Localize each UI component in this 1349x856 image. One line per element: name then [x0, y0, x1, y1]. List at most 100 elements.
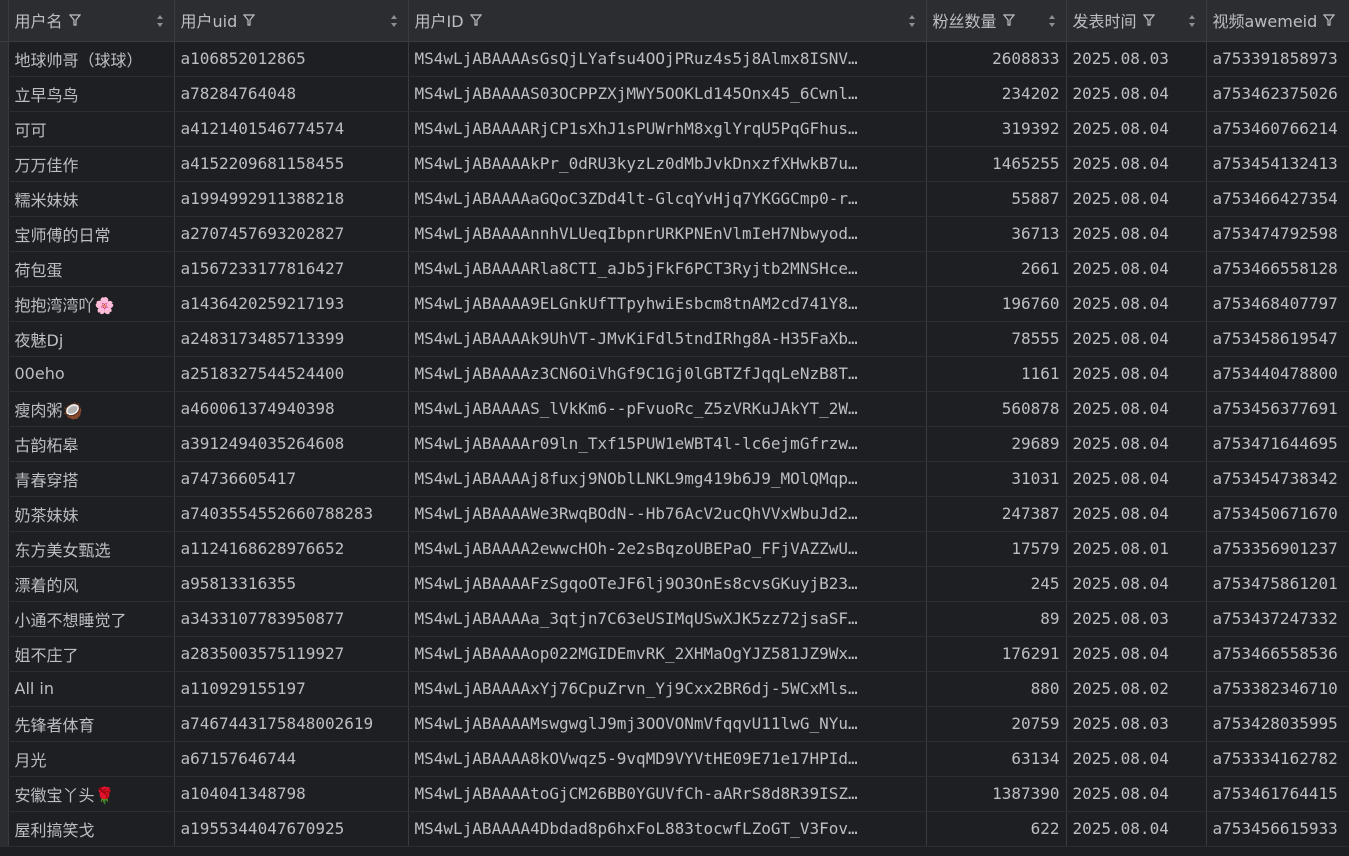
cell-video-awemeid[interactable]: a753466558128: [1206, 251, 1349, 287]
cell-user-uid[interactable]: a67157646744: [174, 741, 409, 777]
filter-icon[interactable]: [243, 14, 256, 26]
cell-username[interactable]: 安徽宝丫头🌹: [8, 776, 175, 812]
cell-video-awemeid[interactable]: a753391858973: [1206, 41, 1349, 77]
cell-video-awemeid[interactable]: a753461764415: [1206, 776, 1349, 812]
cell-username[interactable]: 漂着的风: [8, 566, 175, 602]
cell-video-awemeid[interactable]: a753475861201: [1206, 566, 1349, 602]
table-row[interactable]: 月光 a67157646744 MS4wLjABAAAA8kOVwqz5-9vqMD…: [0, 741, 1349, 777]
row-selector[interactable]: [0, 461, 9, 497]
column-header-user-id[interactable]: 用户ID: [408, 0, 927, 42]
cell-publish-time[interactable]: 2025.08.01: [1066, 531, 1207, 567]
table-row[interactable]: 青春穿搭 a74736605417 MS4wLjABAAAAj8fuxj9NOblL…: [0, 461, 1349, 497]
sort-icon[interactable]: [1048, 14, 1056, 28]
row-selector[interactable]: [0, 426, 9, 462]
cell-video-awemeid[interactable]: a753456615933: [1206, 811, 1349, 847]
row-selector[interactable]: [0, 671, 9, 707]
table-row[interactable]: 奶茶妹妹 a7403554552660788283 MS4wLjABAAAAWe3R…: [0, 496, 1349, 532]
cell-video-awemeid[interactable]: a753454738342: [1206, 461, 1349, 497]
row-selector[interactable]: [0, 741, 9, 777]
cell-user-id[interactable]: MS4wLjABAAAAMswgwglJ9mj3OOVONmVfqqvU11lw…: [408, 706, 927, 742]
column-header-publish-time[interactable]: 发表时间: [1066, 0, 1207, 42]
column-header-username[interactable]: 用户名: [8, 0, 175, 42]
filter-icon[interactable]: [1002, 14, 1015, 26]
cell-video-awemeid[interactable]: a753456377691: [1206, 391, 1349, 427]
cell-user-uid[interactable]: a7403554552660788283: [174, 496, 409, 532]
table-row[interactable]: 先锋者体育 a7467443175848002619 MS4wLjABAAAAMsw…: [0, 706, 1349, 742]
cell-follower-count[interactable]: 234202: [926, 76, 1067, 112]
table-row[interactable]: 漂着的风 a95813316355 MS4wLjABAAAAFzSgqoOTeJF6…: [0, 566, 1349, 602]
cell-publish-time[interactable]: 2025.08.04: [1066, 76, 1207, 112]
cell-follower-count[interactable]: 880: [926, 671, 1067, 707]
cell-publish-time[interactable]: 2025.08.04: [1066, 811, 1207, 847]
cell-user-uid[interactable]: a460061374940398: [174, 391, 409, 427]
cell-username[interactable]: 奶茶妹妹: [8, 496, 175, 532]
cell-publish-time[interactable]: 2025.08.04: [1066, 566, 1207, 602]
cell-user-uid[interactable]: a1994992911388218: [174, 181, 409, 217]
column-header-user-uid[interactable]: 用户uid: [174, 0, 409, 42]
cell-user-id[interactable]: MS4wLjABAAAAWe3RwqBOdN--Hb76AcV2ucQhVVxW…: [408, 496, 927, 532]
cell-user-uid[interactable]: a1567233177816427: [174, 251, 409, 287]
filter-icon[interactable]: [1323, 14, 1336, 26]
cell-username[interactable]: 姐不庄了: [8, 636, 175, 672]
row-selector[interactable]: [0, 111, 9, 147]
cell-user-id[interactable]: MS4wLjABAAAA8kOVwqz5-9vqMD9VYVtHE09E71e1…: [408, 741, 927, 777]
cell-video-awemeid[interactable]: a753458619547: [1206, 321, 1349, 357]
cell-video-awemeid[interactable]: a753454132413: [1206, 146, 1349, 182]
table-row[interactable]: 瘦肉粥🥥 a460061374940398 MS4wLjABAAAAS_lVkKm6…: [0, 391, 1349, 427]
cell-user-id[interactable]: MS4wLjABAAAARjCP1sXhJ1sPUWrhM8xglYrqU5Pq…: [408, 111, 927, 147]
cell-user-uid[interactable]: a7467443175848002619: [174, 706, 409, 742]
table-row[interactable]: 小通不想睡觉了 a3433107783950877 MS4wLjABAAAAa_3q…: [0, 601, 1349, 637]
cell-user-id[interactable]: MS4wLjABAAAAz3CN6OiVhGf9C1Gj0lGBTZfJqqLe…: [408, 356, 927, 392]
cell-video-awemeid[interactable]: a753428035995: [1206, 706, 1349, 742]
row-selector[interactable]: [0, 601, 9, 637]
cell-follower-count[interactable]: 20759: [926, 706, 1067, 742]
table-row[interactable]: 姐不庄了 a2835003575119927 MS4wLjABAAAAop022MG…: [0, 636, 1349, 672]
cell-user-id[interactable]: MS4wLjABAAAAFzSgqoOTeJF6lj9O3OnEs8cvsGKu…: [408, 566, 927, 602]
cell-username[interactable]: 可可: [8, 111, 175, 147]
row-selector[interactable]: [0, 146, 9, 182]
cell-user-uid[interactable]: a110929155197: [174, 671, 409, 707]
cell-username[interactable]: 地球帅哥（球球）: [8, 41, 175, 77]
cell-publish-time[interactable]: 2025.08.04: [1066, 181, 1207, 217]
cell-follower-count[interactable]: 29689: [926, 426, 1067, 462]
cell-publish-time[interactable]: 2025.08.03: [1066, 601, 1207, 637]
cell-user-uid[interactable]: a95813316355: [174, 566, 409, 602]
cell-follower-count[interactable]: 2608833: [926, 41, 1067, 77]
cell-video-awemeid[interactable]: a753462375026: [1206, 76, 1349, 112]
table-row[interactable]: 安徽宝丫头🌹 a104041348798 MS4wLjABAAAAtoGjCM26B…: [0, 776, 1349, 812]
cell-user-id[interactable]: MS4wLjABAAAAtoGjCM26BB0YGUVfCh-aARrS8d8R…: [408, 776, 927, 812]
cell-user-uid[interactable]: a2518327544524400: [174, 356, 409, 392]
column-header-follower-count[interactable]: 粉丝数量: [926, 0, 1067, 42]
column-header-video-awemeid[interactable]: 视频awemeid: [1206, 0, 1349, 42]
sort-icon[interactable]: [390, 14, 398, 28]
cell-user-id[interactable]: MS4wLjABAAAA4Dbdad8p6hxFoL883tocwfLZoGT_…: [408, 811, 927, 847]
cell-user-id[interactable]: MS4wLjABAAAAop022MGIDEmvRK_2XHMaOgYJZ581…: [408, 636, 927, 672]
cell-publish-time[interactable]: 2025.08.02: [1066, 671, 1207, 707]
row-selector[interactable]: [0, 321, 9, 357]
cell-user-uid[interactable]: a104041348798: [174, 776, 409, 812]
cell-video-awemeid[interactable]: a753356901237: [1206, 531, 1349, 567]
cell-publish-time[interactable]: 2025.08.04: [1066, 426, 1207, 462]
cell-user-id[interactable]: MS4wLjABAAAAnnhVLUeqIbpnrURKPNEnVlmIeH7N…: [408, 216, 927, 252]
cell-user-uid[interactable]: a78284764048: [174, 76, 409, 112]
cell-video-awemeid[interactable]: a753471644695: [1206, 426, 1349, 462]
table-row[interactable]: 万万佳作 a4152209681158455 MS4wLjABAAAAkPr_0dR…: [0, 146, 1349, 182]
cell-video-awemeid[interactable]: a753334162782: [1206, 741, 1349, 777]
cell-video-awemeid[interactable]: a753466427354: [1206, 181, 1349, 217]
row-selector[interactable]: [0, 776, 9, 812]
cell-user-uid[interactable]: a4152209681158455: [174, 146, 409, 182]
cell-user-id[interactable]: MS4wLjABAAAAj8fuxj9NOblLNKL9mg419b6J9_MO…: [408, 461, 927, 497]
cell-publish-time[interactable]: 2025.08.04: [1066, 216, 1207, 252]
row-selector[interactable]: [0, 531, 9, 567]
cell-publish-time[interactable]: 2025.08.04: [1066, 251, 1207, 287]
filter-icon[interactable]: [1142, 14, 1155, 26]
cell-follower-count[interactable]: 55887: [926, 181, 1067, 217]
row-selector[interactable]: [0, 251, 9, 287]
cell-user-uid[interactable]: a3912494035264608: [174, 426, 409, 462]
table-row[interactable]: 夜魅Dj a2483173485713399 MS4wLjABAAAAk9UhVT-…: [0, 321, 1349, 357]
cell-follower-count[interactable]: 560878: [926, 391, 1067, 427]
cell-publish-time[interactable]: 2025.08.04: [1066, 111, 1207, 147]
cell-publish-time[interactable]: 2025.08.03: [1066, 41, 1207, 77]
cell-user-uid[interactable]: a1124168628976652: [174, 531, 409, 567]
cell-user-id[interactable]: MS4wLjABAAAA9ELGnkUfTTpyhwiEsbcm8tnAM2cd…: [408, 286, 927, 322]
